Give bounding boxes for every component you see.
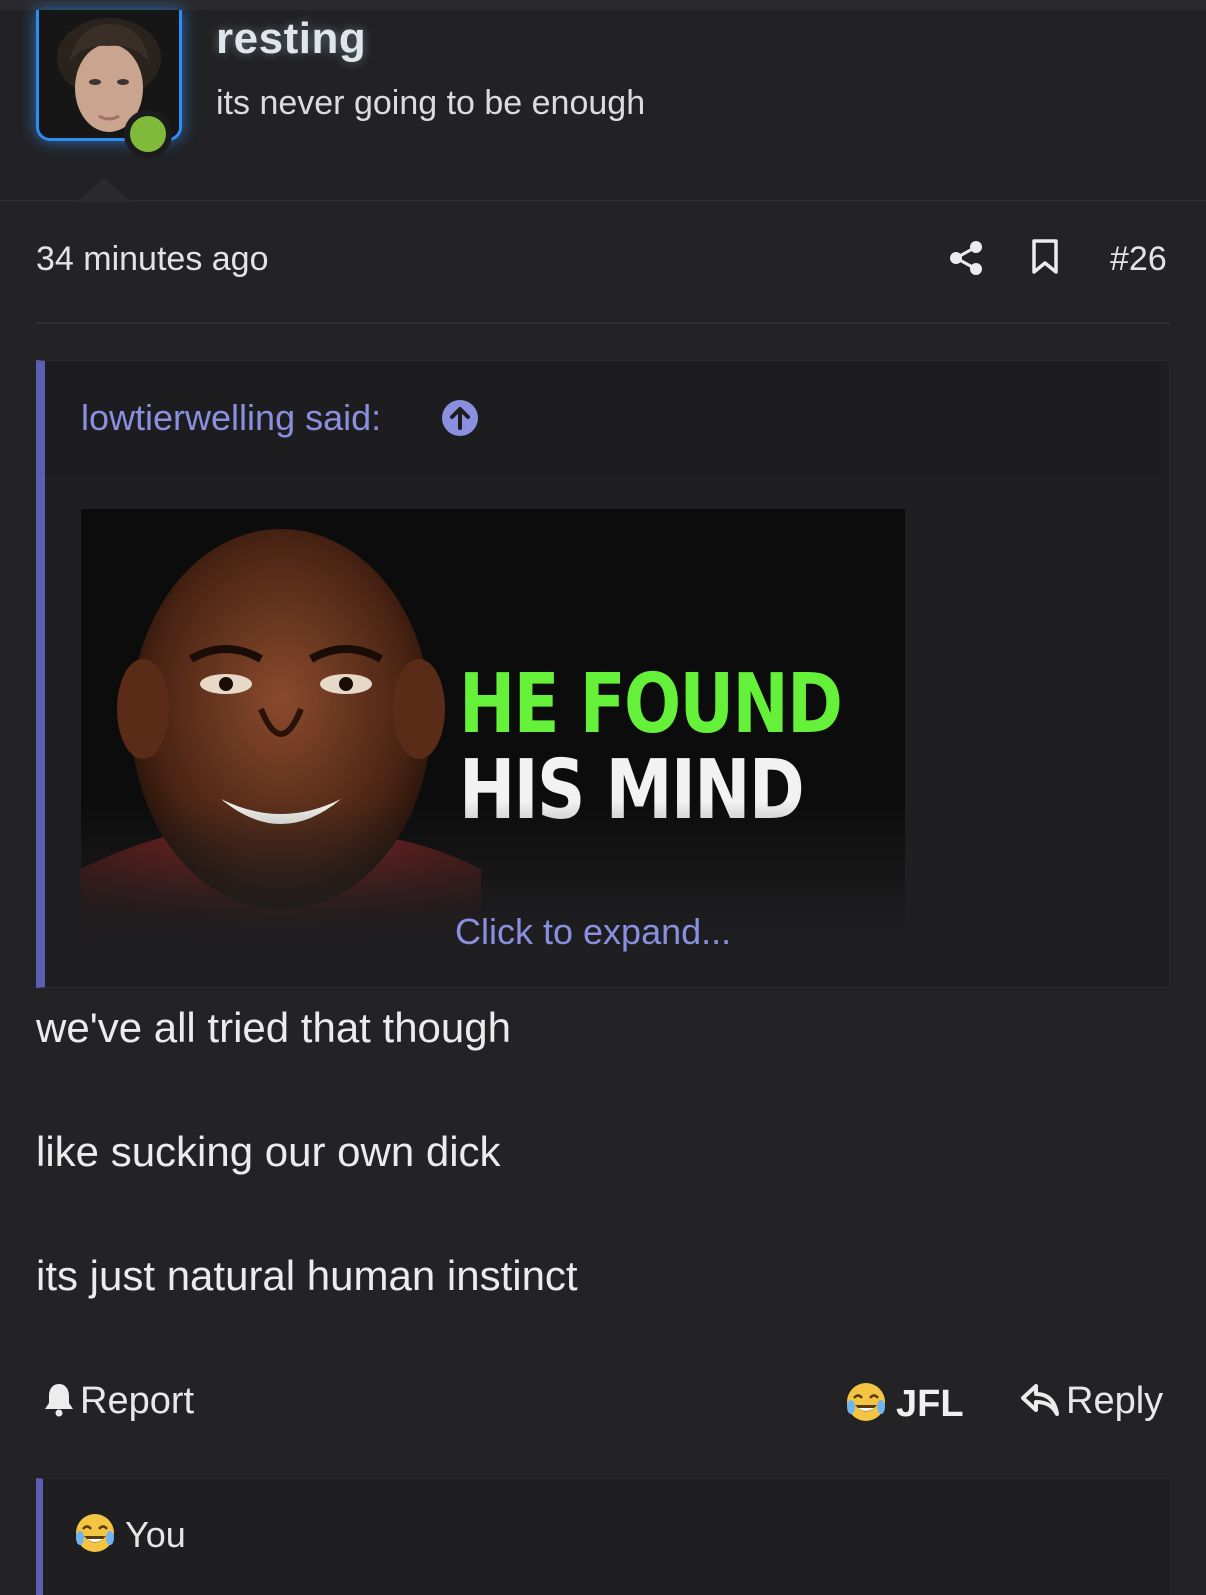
post-body-line: its just natural human instinct <box>36 1252 578 1299</box>
online-status-indicator <box>124 110 172 158</box>
quote-author[interactable]: lowtierwelling said: <box>81 397 381 439</box>
crying-laughing-emoji-icon <box>847 1383 885 1421</box>
image-text-line1: HE FOUND <box>459 657 843 752</box>
reply-icon <box>1021 1384 1059 1416</box>
reply-button[interactable]: Reply <box>1020 1380 1163 1423</box>
reply-label: Reply <box>1066 1380 1164 1422</box>
divider <box>36 322 1170 324</box>
crying-laughing-emoji-icon <box>76 1514 114 1552</box>
reaction-button[interactable]: JFL <box>844 1380 964 1426</box>
reactions-users: You <box>125 1514 186 1555</box>
reaction-label: JFL <box>896 1383 964 1425</box>
post-meta: 34 minutes ago #26 <box>36 236 1170 282</box>
report-button[interactable]: Report <box>42 1380 194 1423</box>
report-label: Report <box>80 1380 195 1422</box>
post-body-line: like sucking our own dick <box>36 1128 501 1175</box>
share-icon[interactable] <box>948 240 984 276</box>
header-pointer <box>76 178 132 202</box>
click-to-expand-link[interactable]: Click to expand... <box>455 911 731 953</box>
bookmark-icon[interactable] <box>1030 238 1060 276</box>
user-title: its never going to be enough <box>216 84 646 122</box>
post-number-link[interactable]: #26 <box>1110 240 1167 279</box>
post-timestamp[interactable]: 34 minutes ago <box>36 240 269 279</box>
arrow-up-circle-icon[interactable] <box>441 399 479 437</box>
reactions-summary-content: You <box>73 1511 186 1556</box>
post-body-line: we've all tried that though <box>36 1004 511 1051</box>
post-actions: Report JFL Reply <box>36 1380 1170 1440</box>
reactions-summary[interactable]: You <box>36 1478 1170 1595</box>
quote-block: lowtierwelling said: HE FOUND HIS MIND C… <box>36 360 1170 988</box>
bell-icon <box>45 1384 73 1417</box>
username[interactable]: resting <box>216 14 366 64</box>
user-header: resting its never going to be enough <box>0 10 1206 202</box>
quote-header: lowtierwelling said: <box>45 361 1161 477</box>
